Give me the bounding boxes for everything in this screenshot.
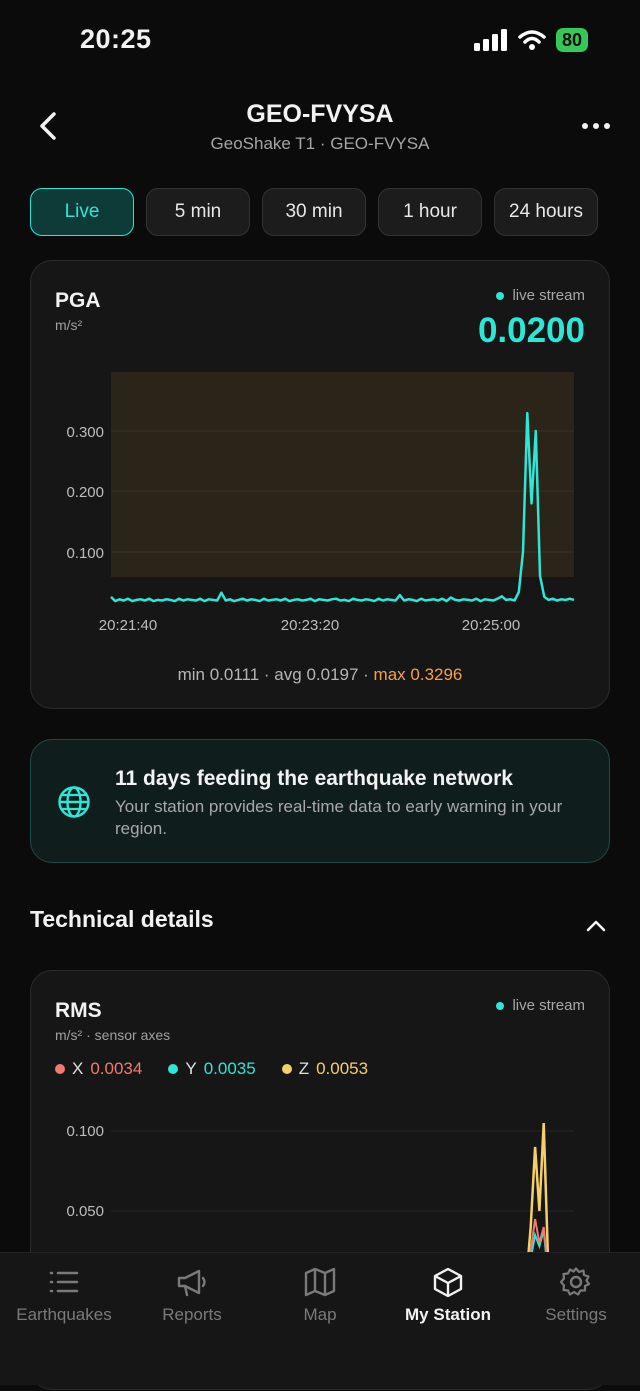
nav-map[interactable]: Map: [256, 1253, 384, 1385]
pga-y-tick: 0.100: [66, 545, 104, 562]
pga-x-tick: 20:21:40: [99, 617, 157, 634]
status-icons: 80: [473, 28, 588, 52]
pga-stats-max: max 0.3296: [373, 665, 463, 684]
pga-x-tick: 20:23:20: [281, 617, 339, 634]
gear-icon: [559, 1267, 591, 1296]
pga-y-tick: 0.200: [66, 484, 104, 501]
nav-reports-label: Reports: [162, 1305, 222, 1324]
banner-text: Your station provides real-time data to …: [115, 797, 563, 838]
bottom-nav: Earthquakes Reports Map My Station Setti…: [0, 1252, 640, 1385]
battery-indicator: 80: [555, 28, 588, 52]
rms-y-tick: 0.100: [66, 1123, 104, 1140]
pga-threshold-band: [111, 372, 574, 577]
network-banner: 11 days feeding the earthquake network Y…: [30, 739, 610, 863]
more-options-button[interactable]: [580, 118, 612, 134]
pga-y-tick: 0.300: [66, 424, 104, 441]
tab-30-min[interactable]: 30 min: [262, 188, 366, 236]
tab-24-hours[interactable]: 24 hours: [494, 188, 598, 236]
page-subtitle: GeoShake T1 · GEO-FVYSA: [210, 134, 430, 153]
tab-live[interactable]: Live: [30, 188, 134, 236]
nav-settings[interactable]: Settings: [512, 1253, 640, 1385]
nav-my-station-label: My Station: [405, 1305, 491, 1324]
dot-icon: [582, 123, 588, 129]
dot-icon: [604, 123, 610, 129]
globe-icon: [58, 786, 90, 818]
pga-chart: 0.300 0.200 0.100 20:21:40 20:23:20 20:2…: [66, 372, 575, 634]
pga-x-tick: 20:25:00: [462, 617, 520, 634]
pga-card: PGA m/s² live stream 0.0200 0.300 0.200 …: [30, 260, 610, 709]
cube-icon: [433, 1267, 463, 1297]
pga-stats-summary: min 0.0111 · avg 0.0197 ·: [177, 665, 374, 684]
nav-map-label: Map: [303, 1305, 337, 1324]
nav-settings-label: Settings: [545, 1305, 607, 1324]
megaphone-icon: [177, 1269, 206, 1297]
technical-details-title: Technical details: [30, 906, 214, 932]
nav-my-station[interactable]: My Station: [384, 1253, 512, 1385]
list-icon: [49, 1271, 79, 1293]
tab-1-hour[interactable]: 1 hour: [378, 188, 482, 236]
nav-earthquakes-label: Earthquakes: [16, 1305, 112, 1324]
status-time: 20:25: [80, 24, 152, 54]
tab-5-min[interactable]: 5 min: [146, 188, 250, 236]
wifi-icon: [518, 30, 546, 50]
nav-reports[interactable]: Reports: [128, 1253, 256, 1385]
signal-icon: [473, 29, 507, 51]
pga-stats: min 0.0111 · avg 0.0197 · max 0.3296: [31, 665, 609, 685]
nav-earthquakes[interactable]: Earthquakes: [0, 1253, 128, 1385]
time-range-tabs: Live 5 min 30 min 1 hour 24 hours: [30, 188, 598, 236]
dot-icon: [593, 123, 599, 129]
map-icon: [304, 1267, 336, 1297]
rms-y-tick: 0.050: [66, 1203, 104, 1220]
chevron-up-icon[interactable]: [584, 914, 608, 938]
banner-title: 11 days feeding the earthquake network: [115, 767, 513, 790]
page-title: GEO-FVYSA: [246, 100, 394, 128]
